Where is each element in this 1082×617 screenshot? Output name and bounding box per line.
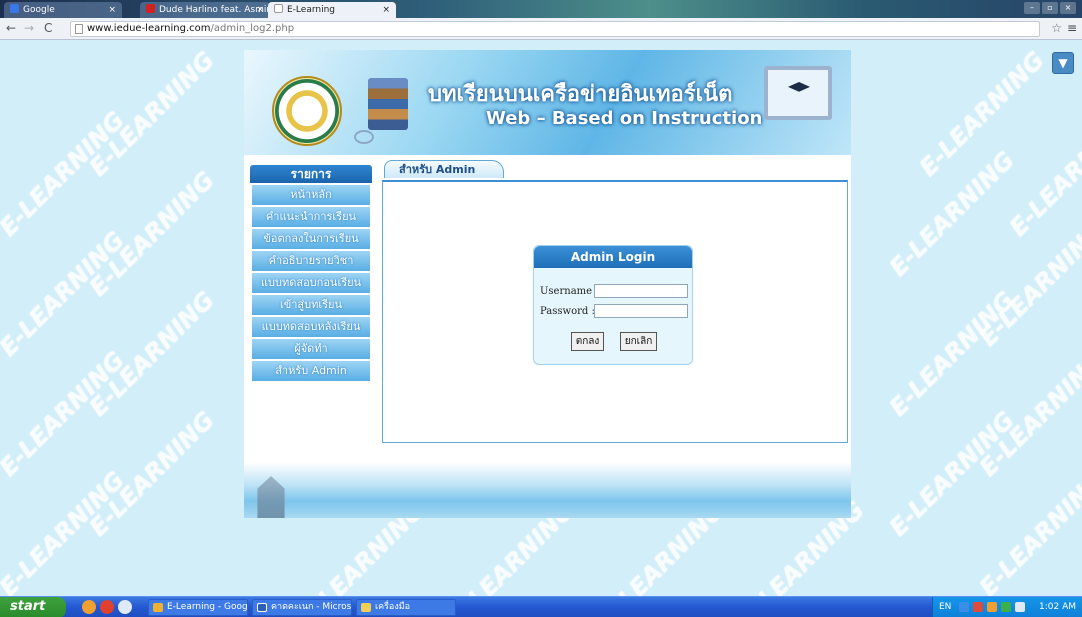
banner-english-title: Web – Based on Instruction [486, 108, 763, 129]
maximize-icon[interactable]: ▫ [1042, 2, 1058, 14]
page-icon [274, 4, 283, 13]
url-path: /admin_log2.php [210, 23, 295, 34]
banner-thai-title: บทเรียนบนเครือข่ายอินเทอร์เน็ต [428, 82, 733, 107]
minimize-icon[interactable]: – [1024, 2, 1040, 14]
books-icon [368, 78, 408, 130]
start-label: start [10, 599, 46, 614]
sidebar-item-lessons[interactable]: เข้าสู่บทเรียน [252, 295, 370, 315]
watermark: E-LEARNING [884, 146, 1020, 282]
start-button[interactable]: start [0, 597, 66, 617]
task-word[interactable]: คาดคะเนก - Microsoft ... [252, 599, 352, 616]
sidebar-item-admin[interactable]: สำหรับ Admin [252, 361, 370, 381]
tray-icon[interactable] [959, 602, 969, 612]
sidebar-item-home[interactable]: หน้าหลัก [252, 185, 370, 205]
monitor-graduation-cap-icon [764, 66, 832, 120]
page-viewport: E-LEARNING E-LEARNING E-LEARNING E-LEARN… [0, 40, 1082, 596]
watermark: E-LEARNING [974, 466, 1082, 596]
username-row: Username : [534, 284, 694, 300]
watermark: E-LEARNING [914, 46, 1050, 182]
admin-login-box: Admin Login Username : Password : ตกลง ย… [533, 245, 693, 365]
ok-button[interactable]: ตกลง [570, 332, 605, 351]
header-banner: บทเรียนบนเครือข่ายอินเทอร์เน็ต Web – Bas… [244, 50, 851, 155]
tab-label: E-Learning [287, 5, 336, 15]
sidebar-item-study-guide[interactable]: คำแนะนำการเรียน [252, 207, 370, 227]
google-icon [10, 4, 19, 13]
login-title: Admin Login [534, 246, 692, 268]
quicklaunch-icon[interactable] [118, 600, 132, 614]
tab-youtube[interactable]: Dude Harlino feat. Asmirand × [140, 2, 270, 18]
login-buttons: ตกลง ยกเลิก [534, 332, 694, 351]
password-label: Password : [540, 306, 595, 317]
task-label: คาดคะเนก - Microsoft ... [271, 602, 352, 612]
watermark: E-LEARNING [1004, 106, 1082, 242]
forward-arrow-icon[interactable]: → [24, 21, 34, 35]
language-indicator[interactable]: EN [939, 597, 951, 617]
page-icon [75, 24, 83, 34]
reload-icon[interactable]: C [44, 21, 52, 35]
university-seal-logo [272, 76, 342, 146]
browser-tab-strip: Google × Dude Harlino feat. Asmirand × E… [0, 0, 1082, 18]
tray-icon[interactable] [1001, 602, 1011, 612]
task-chrome[interactable]: E-Learning - Google C... [148, 599, 248, 616]
sidebar-item-course-description[interactable]: คำอธิบายรายวิชา [252, 251, 370, 271]
word-icon [257, 603, 267, 612]
tab-label: Google [23, 5, 55, 15]
youtube-icon [146, 4, 155, 13]
task-folder[interactable]: เครื่องมือ [356, 599, 456, 616]
username-input[interactable] [594, 284, 688, 298]
scroll-down-icon[interactable]: ▼ [1052, 52, 1074, 74]
footer-wave-graphic [244, 462, 851, 518]
chrome-icon [153, 603, 163, 612]
folder-icon [361, 603, 371, 612]
cancel-button[interactable]: ยกเลิก [619, 332, 658, 351]
quicklaunch-icon[interactable] [82, 600, 96, 614]
task-label: E-Learning - Google C... [167, 602, 248, 612]
close-tab-icon[interactable]: × [256, 2, 264, 18]
username-label: Username : [540, 286, 599, 297]
windows-taskbar: start E-Learning - Google C... คาดคะเนก … [0, 596, 1082, 617]
url-input[interactable]: www.iedue-learning.com/admin_log2.php [70, 21, 1040, 37]
quicklaunch-icon[interactable] [100, 600, 114, 614]
window-controls: – ▫ × [1024, 2, 1076, 14]
watermark: E-LEARNING [884, 286, 1020, 422]
menu-icon[interactable]: ≡ [1067, 21, 1077, 35]
close-tab-icon[interactable]: × [382, 2, 390, 18]
tab-elearning[interactable]: E-Learning × [268, 2, 396, 18]
tray-icon[interactable] [1015, 602, 1025, 612]
sidebar-item-agreement[interactable]: ข้อตกลงในการเรียน [252, 229, 370, 249]
system-tray: EN 1:02 AM [932, 597, 1082, 617]
close-window-icon[interactable]: × [1060, 2, 1076, 14]
address-bar: ← → C www.iedue-learning.com/admin_log2.… [0, 18, 1082, 40]
tray-icon[interactable] [973, 602, 983, 612]
tab-label: Dude Harlino feat. Asmirand [159, 5, 270, 15]
url-host: www.iedue-learning.com [87, 23, 211, 34]
content-tab-admin: สำหรับ Admin [384, 160, 504, 178]
task-label: เครื่องมือ [375, 602, 411, 612]
back-arrow-icon[interactable]: ← [6, 21, 16, 35]
password-input[interactable] [594, 304, 688, 318]
sidebar-header: รายการ [250, 165, 372, 183]
bookmark-star-icon[interactable]: ☆ [1051, 21, 1062, 35]
tray-icon[interactable] [987, 602, 997, 612]
sidebar-item-authors[interactable]: ผู้จัดทำ [252, 339, 370, 359]
sidebar-item-pretest[interactable]: แบบทดสอบก่อนเรียน [252, 273, 370, 293]
mouse-icon [354, 130, 374, 144]
sidebar-menu: รายการ หน้าหลัก คำแนะนำการเรียน ข้อตกลงใ… [250, 165, 372, 381]
content-panel: Admin Login Username : Password : ตกลง ย… [382, 180, 848, 443]
password-row: Password : [534, 304, 694, 320]
tab-google[interactable]: Google × [4, 2, 122, 18]
site-container: บทเรียนบนเครือข่ายอินเทอร์เน็ต Web – Bas… [244, 50, 851, 518]
close-tab-icon[interactable]: × [108, 2, 116, 18]
sidebar-item-posttest[interactable]: แบบทดสอบหลังเรียน [252, 317, 370, 337]
clock: 1:02 AM [1039, 602, 1076, 612]
